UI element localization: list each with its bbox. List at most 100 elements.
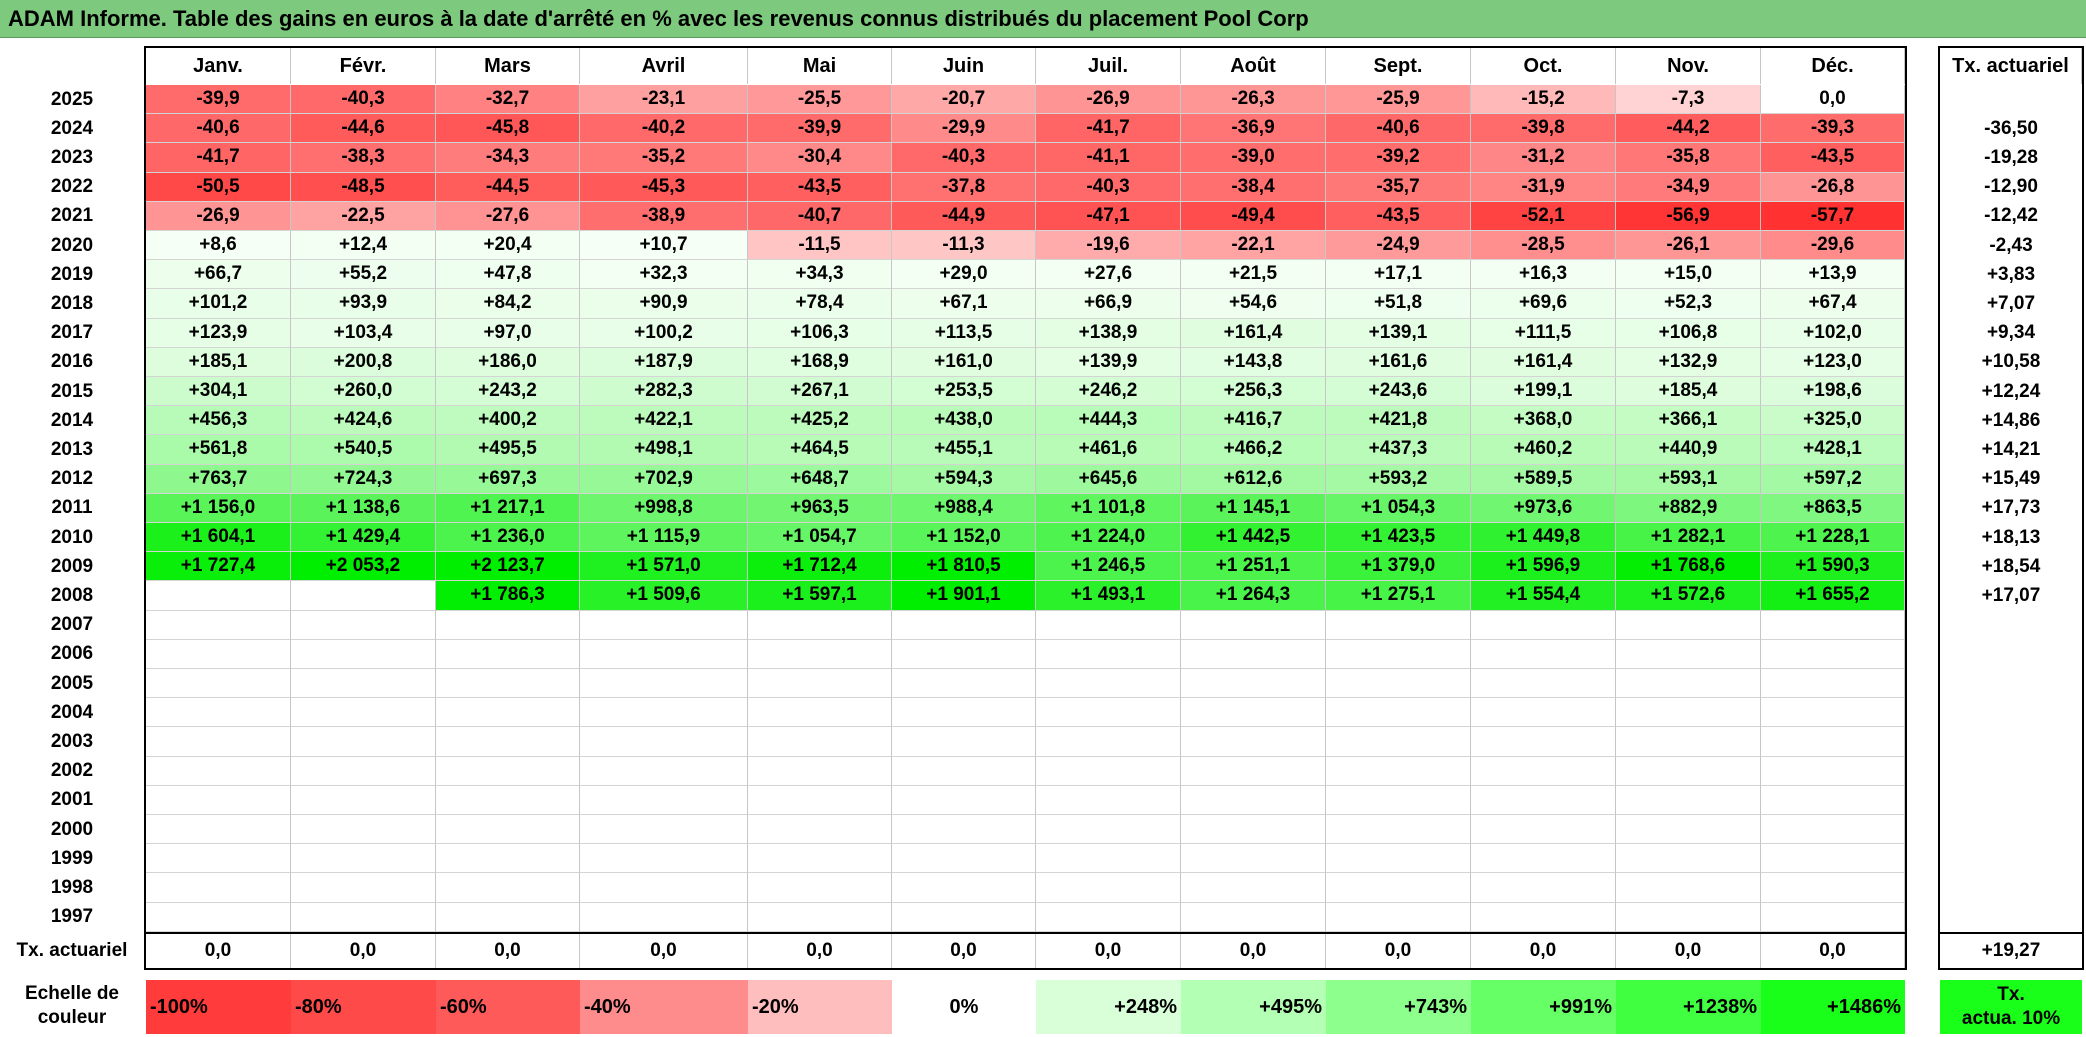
table-cell: [291, 610, 436, 640]
table-cell: -29,6: [1761, 231, 1905, 261]
year-label: 2021: [50, 205, 94, 227]
table-cell: [748, 756, 892, 786]
table-cell: [291, 756, 436, 786]
scale-swatch: +1486%: [1761, 980, 1905, 1034]
table-cell: +21,5: [1181, 260, 1326, 290]
table-cell: -7,3: [1616, 85, 1761, 115]
table-cell: +67,1: [892, 289, 1036, 319]
table-cell: [1616, 610, 1761, 640]
table-cell: [1616, 727, 1761, 757]
table-cell: [1036, 844, 1181, 874]
table-cell: -40,2: [580, 114, 748, 144]
table-cell: [580, 610, 748, 640]
scale-swatch: +743%: [1326, 980, 1471, 1034]
scale-swatch: +991%: [1471, 980, 1616, 1034]
table-cell: -38,3: [291, 143, 436, 173]
table-cell: [1326, 902, 1471, 932]
table-cell: [1326, 610, 1471, 640]
table-cell: -39,8: [1471, 114, 1616, 144]
table-cell: +52,3: [1616, 289, 1761, 319]
table-cell: -34,3: [436, 143, 580, 173]
year-label: 2018: [50, 292, 94, 314]
tx-actuariel-value: +12,24: [1981, 380, 2041, 402]
table-cell: [748, 610, 892, 640]
scale-label-line1: Echelle de: [25, 983, 119, 1004]
table-cell: -39,3: [1761, 114, 1905, 144]
table-cell: [1181, 844, 1326, 874]
month-header-6: Juin: [892, 48, 1036, 84]
table-cell: -56,9: [1616, 201, 1761, 231]
table-cell: [1761, 844, 1905, 874]
footer-total: +19,27: [1981, 940, 2041, 961]
table-cell: [1036, 902, 1181, 932]
table-cell: +1 810,5: [892, 552, 1036, 582]
table-cell: [1616, 873, 1761, 903]
scale-swatch: -40%: [580, 980, 748, 1034]
year-label: 2005: [50, 672, 94, 694]
table-cell: -36,9: [1181, 114, 1326, 144]
table-cell: [436, 698, 580, 728]
table-cell: [748, 669, 892, 699]
table-cell: +111,5: [1471, 318, 1616, 348]
table-cell: [1326, 844, 1471, 874]
page-title: ADAM Informe. Table des gains en euros à…: [8, 6, 1309, 31]
table-cell: -40,6: [146, 114, 291, 144]
table-cell: [580, 727, 748, 757]
footer-cell: 0,0: [1471, 934, 1616, 968]
table-cell: +199,1: [1471, 377, 1616, 407]
table-cell: +593,1: [1616, 464, 1761, 494]
footer-cell: 0,0: [1181, 934, 1326, 968]
table-cell: +67,4: [1761, 289, 1905, 319]
table-cell: [1616, 756, 1761, 786]
table-cell: +103,4: [291, 318, 436, 348]
table-cell: +100,2: [580, 318, 748, 348]
table-cell: +243,6: [1326, 377, 1471, 407]
table-cell: +161,4: [1471, 347, 1616, 377]
table-cell: [436, 785, 580, 815]
table-cell: +20,4: [436, 231, 580, 261]
table-cell: -15,2: [1471, 85, 1616, 115]
table-cell: +648,7: [748, 464, 892, 494]
table-cell: [1471, 639, 1616, 669]
table-cell: [1326, 873, 1471, 903]
table-cell: +1 115,9: [580, 523, 748, 553]
table-cell: +366,1: [1616, 406, 1761, 436]
table-cell: +422,1: [580, 406, 748, 436]
table-cell: -30,4: [748, 143, 892, 173]
table-cell: +1 423,5: [1326, 523, 1471, 553]
tx-actuariel-value: [1940, 669, 2082, 698]
table-cell: +561,8: [146, 435, 291, 465]
table-cell: +325,0: [1761, 406, 1905, 436]
table-cell: +428,1: [1761, 435, 1905, 465]
table-cell: [1036, 639, 1181, 669]
tx-actuariel-value: [1940, 85, 2082, 114]
table-cell: [1471, 669, 1616, 699]
table-cell: +102,0: [1761, 318, 1905, 348]
year-label: 2024: [50, 117, 94, 139]
scale-swatch: -100%: [146, 980, 291, 1034]
table-cell: [1326, 669, 1471, 699]
table-cell: +1 554,4: [1471, 581, 1616, 611]
tx-actuariel-value: +14,21: [1981, 438, 2041, 460]
table-cell: -26,9: [1036, 85, 1181, 115]
year-label: 2001: [50, 789, 94, 811]
table-cell: +464,5: [748, 435, 892, 465]
table-cell: +1 379,0: [1326, 552, 1471, 582]
table-cell: +267,1: [748, 377, 892, 407]
table-cell: +882,9: [1616, 493, 1761, 523]
table-cell: [1761, 727, 1905, 757]
table-cell: +437,3: [1326, 435, 1471, 465]
footer-label: Tx. actuariel: [16, 940, 128, 961]
table-cell: [436, 844, 580, 874]
table-cell: +78,4: [748, 289, 892, 319]
table-cell: [146, 785, 291, 815]
table-cell: [580, 639, 748, 669]
table-cell: +1 156,0: [146, 493, 291, 523]
table-cell: [748, 873, 892, 903]
table-cell: [892, 698, 1036, 728]
table-cell: [580, 844, 748, 874]
table-cell: +1 604,1: [146, 523, 291, 553]
footer-cell: 0,0: [1616, 934, 1761, 968]
table-cell: +863,5: [1761, 493, 1905, 523]
table-cell: [146, 844, 291, 874]
